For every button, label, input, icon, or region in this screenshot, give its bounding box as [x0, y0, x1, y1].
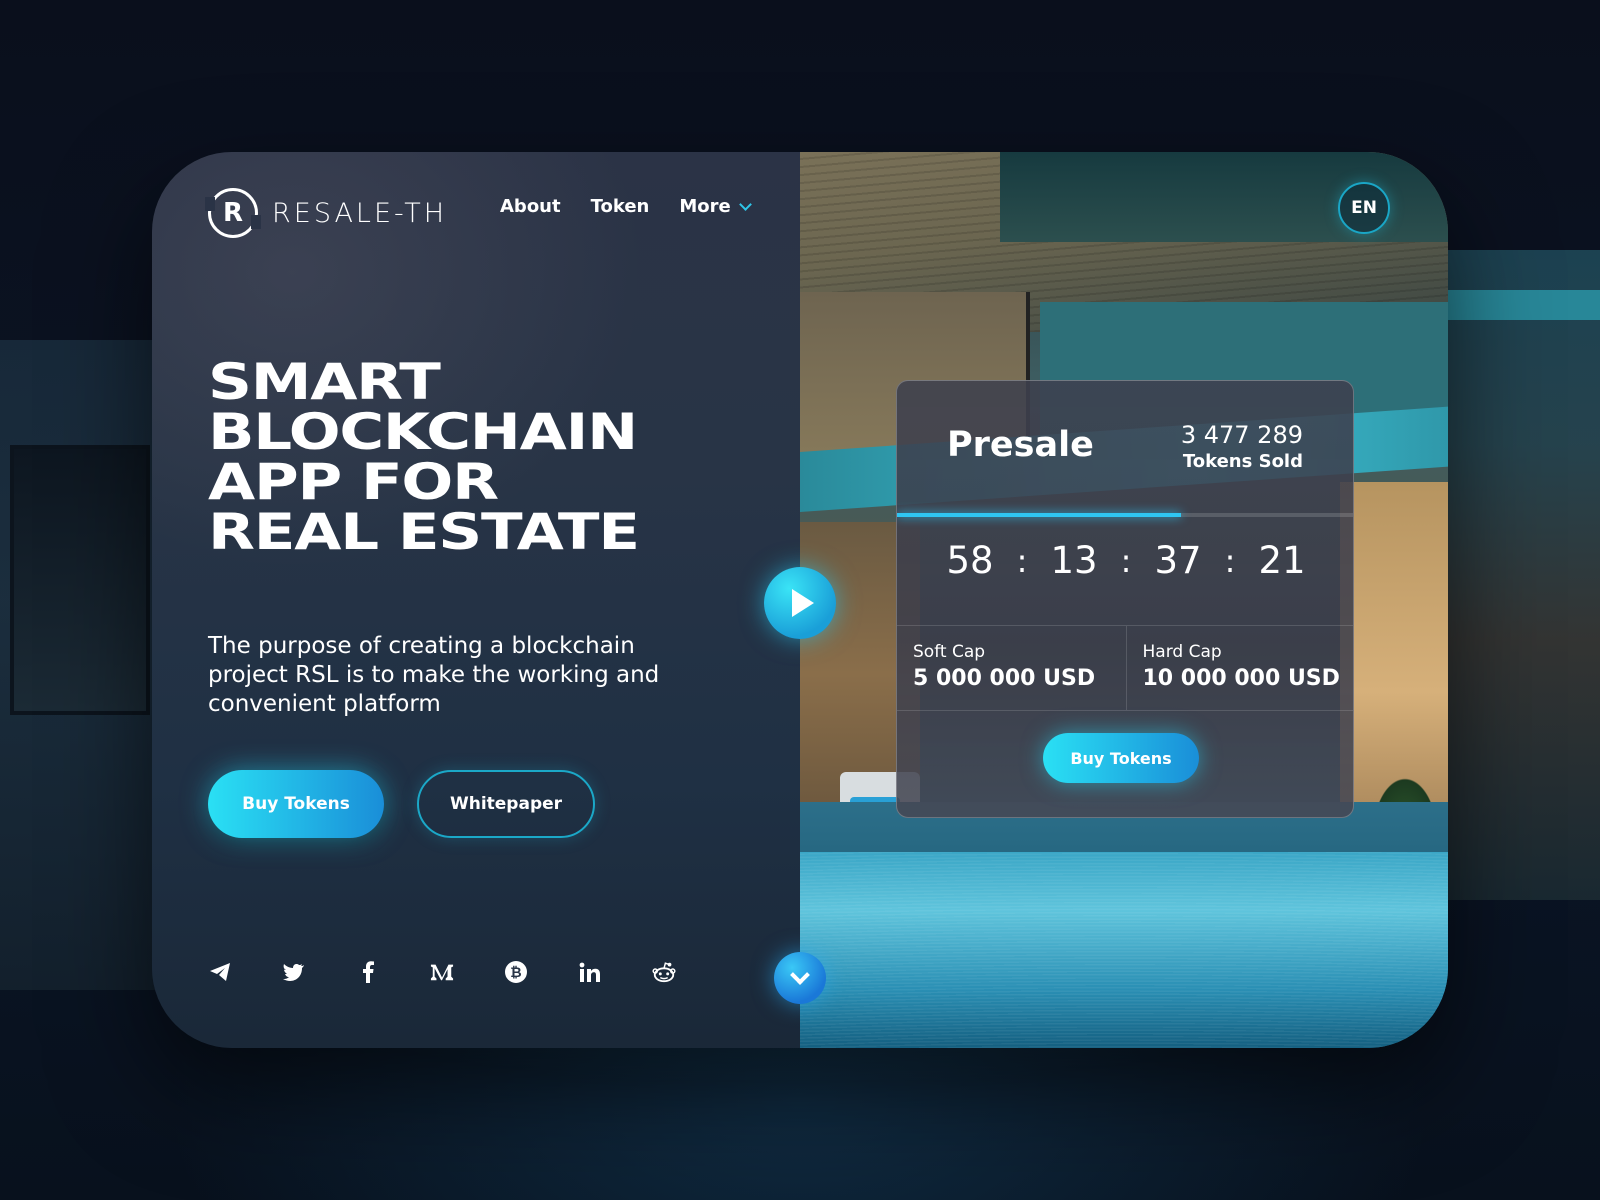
bitcoin-icon[interactable]: ₿ [504, 960, 528, 984]
caps-row: Soft Cap 5 000 000 USD Hard Cap 10 000 0… [897, 625, 1354, 711]
background-window [10, 445, 150, 715]
reddit-icon[interactable] [652, 960, 676, 984]
play-video-button[interactable] [764, 567, 836, 639]
telegram-icon[interactable] [208, 960, 232, 984]
hard-cap-label: Hard Cap [1142, 642, 1222, 662]
hero-title-line: SMART [208, 353, 441, 411]
presale-card: Presale 3 477 289 Tokens Sold 58 : 13 : … [896, 380, 1354, 818]
tokens-sold-count: 3 477 289 [1180, 421, 1303, 449]
main-nav: About Token More [500, 196, 752, 217]
tokens-sold-label: Tokens Sold [1182, 451, 1303, 472]
countdown-seconds: 21 [1258, 539, 1306, 582]
social-links: ₿ [208, 960, 676, 984]
hero-title-line: REAL ESTATE [208, 503, 640, 561]
chevron-down-icon [790, 965, 810, 985]
background-house-right [1440, 250, 1600, 900]
soft-cap: Soft Cap 5 000 000 USD [897, 626, 1126, 710]
left-panel: R RESALE-TH About Token More SMART BLOCK… [152, 152, 800, 1048]
hard-cap-value: 10 000 000 USD [1142, 666, 1340, 691]
scroll-down-button[interactable] [774, 952, 826, 1004]
hero-title-line: APP FOR [208, 453, 499, 511]
countdown-minutes: 37 [1154, 539, 1202, 582]
medium-icon[interactable] [430, 960, 454, 984]
hard-cap: Hard Cap 10 000 000 USD [1125, 626, 1354, 710]
countdown-separator: : [1120, 541, 1132, 580]
pool-water [800, 852, 1448, 1048]
presale-progress-fill [897, 513, 1181, 517]
buy-tokens-button[interactable]: Buy Tokens [208, 770, 384, 838]
nav-token[interactable]: Token [591, 196, 650, 217]
nav-more[interactable]: More [679, 196, 752, 217]
linkedin-icon[interactable] [578, 960, 602, 984]
soft-cap-value: 5 000 000 USD [913, 666, 1096, 691]
play-icon [792, 589, 814, 617]
countdown-timer: 58 : 13 : 37 : 21 [897, 539, 1353, 582]
countdown-separator: : [1224, 541, 1236, 580]
brand-logo[interactable]: R RESALE-TH [205, 188, 448, 238]
nav-about[interactable]: About [500, 196, 561, 217]
facebook-icon[interactable] [356, 960, 380, 984]
logo-icon: R [205, 188, 261, 238]
countdown-days: 58 [946, 539, 994, 582]
hero-description: The purpose of creating a blockchain pro… [208, 633, 660, 717]
countdown-separator: : [1016, 541, 1028, 580]
nav-more-label: More [679, 196, 731, 217]
hero-title-line: BLOCKCHAIN [208, 403, 638, 461]
countdown-hours: 13 [1050, 539, 1098, 582]
presale-title: Presale [947, 425, 1094, 465]
twitter-icon[interactable] [282, 960, 306, 984]
whitepaper-button[interactable]: Whitepaper [417, 770, 595, 838]
chevron-down-icon [738, 197, 752, 211]
brand-name: RESALE-TH [272, 197, 448, 229]
hero-card: R RESALE-TH About Token More SMART BLOCK… [152, 152, 1448, 1048]
presale-progress [897, 513, 1353, 517]
hero-title: SMART BLOCKCHAIN APP FOR REAL ESTATE [208, 357, 891, 557]
background-glow [1440, 290, 1600, 320]
language-switch[interactable]: EN [1338, 182, 1390, 234]
presale-buy-tokens-button[interactable]: Buy Tokens [1043, 733, 1199, 783]
soft-cap-label: Soft Cap [913, 642, 986, 662]
svg-text:₿: ₿ [510, 965, 521, 981]
